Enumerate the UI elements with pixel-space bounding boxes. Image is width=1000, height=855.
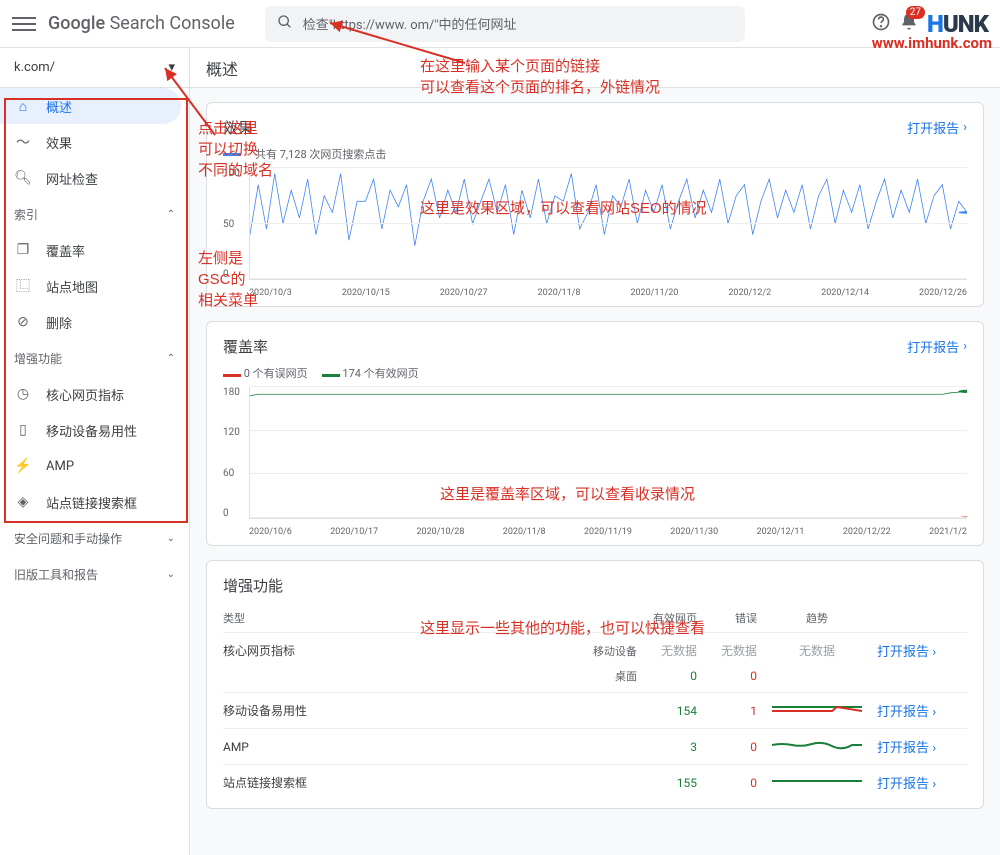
table-row: AMP 3 0 打开报告 › — [223, 728, 967, 764]
sidebar-item-removals[interactable]: ⊘删除 — [0, 304, 189, 340]
sidebar-item-performance[interactable]: 〜效果 — [0, 124, 189, 160]
sitemap-icon: ⿺ — [14, 276, 32, 296]
card-title: 覆盖率 — [223, 336, 268, 357]
chevron-right-icon: › — [963, 120, 967, 135]
chevron-right-icon: › — [963, 339, 967, 354]
performance-chart: 100500 2020/10/32020/10/152020/10/272020… — [223, 168, 967, 298]
chevron-up-icon: ⌃ — [167, 353, 175, 364]
sidebar-section-legacy[interactable]: 旧版工具和报告⌄ — [0, 556, 189, 592]
open-report-link[interactable]: 打开报告› — [907, 337, 967, 356]
performance-card: 效果 打开报告› 共有 7,128 次网页搜索点击 100500 2020/10… — [206, 102, 984, 307]
sidebar-section-enhance[interactable]: 增强功能⌃ — [0, 340, 189, 376]
amp-icon: ⚡ — [14, 458, 32, 474]
chevron-down-icon: ⌄ — [167, 533, 175, 544]
sidebar-item-sitemaps[interactable]: ⿺站点地图 — [0, 268, 189, 304]
coverage-card: 覆盖率 打开报告› 0 个有误网页 174 个有效网页 180120600 20… — [206, 321, 984, 546]
sidebar-section-security[interactable]: 安全问题和手动操作⌄ — [0, 520, 189, 556]
property-selector[interactable]: k.com/ ▾ — [0, 48, 189, 88]
sidebar-item-mobile[interactable]: ▯移动设备易用性 — [0, 412, 189, 448]
open-report-link[interactable]: 打开报告 › — [877, 737, 967, 756]
menu-icon[interactable] — [12, 12, 36, 36]
copy-icon: ❐ — [14, 242, 32, 258]
search-icon — [277, 14, 293, 34]
chevron-down-icon: ⌄ — [167, 569, 175, 580]
sidebar: k.com/ ▾ ⌂概述 〜效果 🔍︎网址检查 索引⌃ ❐覆盖率 ⿺站点地图 ⊘… — [0, 48, 190, 855]
mobile-icon: ▯ — [14, 422, 32, 438]
speed-icon: ◷ — [14, 386, 32, 402]
sidebar-item-url-inspect[interactable]: 🔍︎网址检查 — [0, 160, 189, 196]
search-placeholder: 检查"https://www. om/"中的任何网址 — [303, 14, 517, 33]
property-label: k.com/ — [14, 60, 55, 75]
table-row: 移动设备易用性 154 1 打开报告 › — [223, 692, 967, 728]
table-row: 核心网页指标 移动设备 无数据 无数据 无数据 打开报告 › — [223, 632, 967, 668]
chart-icon: 〜 — [14, 132, 32, 152]
sidebar-item-amp[interactable]: ⚡AMP — [0, 448, 189, 484]
help-icon[interactable] — [871, 12, 891, 36]
home-icon: ⌂ — [14, 98, 32, 115]
open-report-link[interactable]: 打开报告 › — [877, 773, 967, 792]
page-title: 概述 — [190, 48, 1000, 88]
sidebar-item-sitelinks[interactable]: ◈站点链接搜索框 — [0, 484, 189, 520]
chevron-up-icon: ⌃ — [167, 209, 175, 220]
sidebar-item-coverage[interactable]: ❐覆盖率 — [0, 232, 189, 268]
performance-subtitle: 共有 7,128 次网页搜索点击 — [255, 146, 386, 162]
enhance-card: 增强功能 类型 有效网页 错误 趋势 核心网页指标 移动设备 无数据 无数据 无… — [206, 560, 984, 809]
sitelinks-icon: ◈ — [14, 494, 32, 510]
open-report-link[interactable]: 打开报告 › — [877, 701, 967, 720]
main-content: 概述 效果 打开报告› 共有 7,128 次网页搜索点击 100500 2020… — [190, 48, 1000, 855]
sidebar-item-overview[interactable]: ⌂概述 — [0, 88, 181, 124]
table-row: 桌面 0 0 — [223, 668, 967, 692]
card-title: 增强功能 — [223, 575, 283, 596]
sidebar-section-index[interactable]: 索引⌃ — [0, 196, 189, 232]
notifications-icon[interactable]: 27 — [899, 12, 919, 36]
app-header: Google Search Console 检查"https://www. om… — [0, 0, 1000, 48]
coverage-chart: 180120600 2020/10/62020/10/172020/10/282… — [223, 387, 967, 537]
open-report-link[interactable]: 打开报告› — [907, 118, 967, 137]
open-report-link[interactable]: 打开报告 › — [877, 641, 967, 660]
table-row: 站点链接搜索框 155 0 打开报告 › — [223, 764, 967, 800]
brand-url: www.imhunk.com — [872, 34, 992, 52]
search-icon: 🔍︎ — [14, 170, 32, 186]
sidebar-item-cwv[interactable]: ◷核心网页指标 — [0, 376, 189, 412]
app-logo: Google Search Console — [48, 13, 235, 34]
dropdown-icon: ▾ — [168, 60, 175, 75]
card-title: 效果 — [223, 117, 253, 138]
url-inspect-search[interactable]: 检查"https://www. om/"中的任何网址 — [265, 6, 745, 42]
remove-icon: ⊘ — [14, 314, 32, 330]
notification-count: 27 — [906, 6, 925, 19]
